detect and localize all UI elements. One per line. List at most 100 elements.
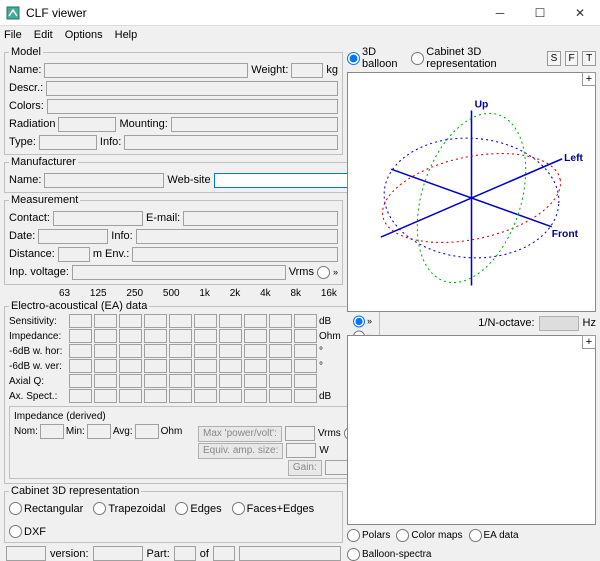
footer-field-1[interactable]	[6, 546, 46, 561]
f-button[interactable]: F	[565, 51, 579, 66]
ea-cell[interactable]	[94, 359, 117, 373]
ea-cell[interactable]	[294, 314, 317, 328]
ea-cell[interactable]	[194, 344, 217, 358]
menu-help[interactable]: Help	[115, 29, 138, 41]
ea-cell[interactable]	[244, 389, 267, 403]
ea-cell[interactable]	[294, 359, 317, 373]
ea-cell[interactable]	[244, 359, 267, 373]
gain-button[interactable]: Gain:	[288, 460, 322, 476]
part-field[interactable]	[174, 546, 196, 561]
ea-cell[interactable]	[169, 344, 192, 358]
ea-cell[interactable]	[169, 389, 192, 403]
ea-cell[interactable]	[294, 329, 317, 343]
version-field[interactable]	[93, 546, 143, 561]
ea-cell[interactable]	[94, 389, 117, 403]
min-field[interactable]	[87, 424, 111, 439]
ea-cell[interactable]	[169, 329, 192, 343]
ea-cell[interactable]	[244, 344, 267, 358]
ea-cell[interactable]	[69, 329, 92, 343]
ea-cell[interactable]	[69, 314, 92, 328]
inpv-field[interactable]	[72, 265, 286, 280]
ea-cell[interactable]	[94, 329, 117, 343]
ea-cell[interactable]	[94, 374, 117, 388]
ea-cell[interactable]	[294, 374, 317, 388]
inpv-radio[interactable]	[317, 266, 330, 279]
eqamp-field[interactable]	[286, 443, 316, 458]
balloon-viewer[interactable]: + Up Left Front	[347, 72, 596, 312]
ea-cell[interactable]	[194, 374, 217, 388]
ea-cell[interactable]	[194, 314, 217, 328]
mfr-name-field[interactable]	[44, 173, 164, 188]
footer-field-2[interactable]	[239, 546, 341, 561]
maxpv-field[interactable]	[285, 426, 315, 441]
ea-cell[interactable]	[69, 344, 92, 358]
cabrep-radio[interactable]: Cabinet 3D representation	[411, 46, 539, 70]
ea-cell[interactable]	[169, 359, 192, 373]
website-field[interactable]	[214, 173, 362, 188]
mounting-field[interactable]	[171, 117, 338, 132]
faces-radio[interactable]: Faces+Edges	[232, 502, 315, 515]
ea-cell[interactable]	[169, 374, 192, 388]
edges-radio[interactable]: Edges	[175, 502, 221, 515]
colors-field[interactable]	[47, 99, 338, 114]
name-field[interactable]	[44, 63, 248, 78]
descr-field[interactable]	[46, 81, 338, 96]
avg-field[interactable]	[135, 424, 159, 439]
type-field[interactable]	[39, 135, 97, 150]
ea-cell[interactable]	[269, 329, 292, 343]
balloon-radio[interactable]: 3D balloon	[347, 46, 407, 70]
trap-radio[interactable]: Trapezoidal	[93, 502, 165, 515]
polars-radio[interactable]: Polars	[347, 529, 390, 542]
ea-cell[interactable]	[144, 344, 167, 358]
ea-cell[interactable]	[119, 389, 142, 403]
ea-cell[interactable]	[169, 314, 192, 328]
contact-field[interactable]	[53, 211, 143, 226]
ea-cell[interactable]	[119, 344, 142, 358]
ea-cell[interactable]	[94, 344, 117, 358]
ea-cell[interactable]	[144, 374, 167, 388]
ea-cell[interactable]	[119, 314, 142, 328]
ea-cell[interactable]	[69, 359, 92, 373]
ea-cell[interactable]	[219, 344, 242, 358]
menu-edit[interactable]: Edit	[34, 29, 53, 41]
env-field[interactable]	[132, 247, 338, 262]
ea-cell[interactable]	[144, 389, 167, 403]
ea-cell[interactable]	[119, 359, 142, 373]
model-info-field[interactable]	[124, 135, 338, 150]
ea-cell[interactable]	[119, 329, 142, 343]
ea-cell[interactable]	[69, 374, 92, 388]
ea-cell[interactable]	[269, 359, 292, 373]
ea-cell[interactable]	[294, 344, 317, 358]
plot-viewer[interactable]: +	[347, 335, 596, 525]
distance-field[interactable]	[58, 247, 90, 262]
t-button[interactable]: T	[582, 51, 596, 66]
ea-cell[interactable]	[244, 374, 267, 388]
expand-plot-button[interactable]: +	[582, 335, 596, 349]
date-field[interactable]	[38, 229, 108, 244]
maximize-button[interactable]: ☐	[520, 0, 560, 26]
ea-cell[interactable]	[194, 329, 217, 343]
ea-cell[interactable]	[94, 314, 117, 328]
balloonspectra-radio[interactable]: Balloon-spectra	[347, 548, 431, 561]
eqamp-button[interactable]: Equiv. amp. size:	[198, 443, 283, 459]
ea-cell[interactable]	[269, 314, 292, 328]
ea-cell[interactable]	[69, 389, 92, 403]
nom-field[interactable]	[40, 424, 64, 439]
radiation-field[interactable]	[58, 117, 116, 132]
weight-field[interactable]	[291, 63, 323, 78]
ea-cell[interactable]	[144, 359, 167, 373]
meas-info-field[interactable]	[136, 229, 338, 244]
maxpv-button[interactable]: Max 'power/volt':	[198, 426, 282, 442]
expand-viewer-button[interactable]: +	[582, 72, 596, 86]
dxf-radio[interactable]: DXF	[9, 525, 46, 538]
rect-radio[interactable]: Rectangular	[9, 502, 83, 515]
ea-cell[interactable]	[194, 359, 217, 373]
minimize-button[interactable]: ─	[480, 0, 520, 26]
ea-cell[interactable]	[119, 374, 142, 388]
colormaps-radio[interactable]: Color maps	[396, 529, 462, 542]
octave-field[interactable]	[539, 316, 579, 331]
ea-cell[interactable]	[244, 329, 267, 343]
ea-cell[interactable]	[194, 389, 217, 403]
menu-file[interactable]: File	[4, 29, 22, 41]
ea-cell[interactable]	[244, 314, 267, 328]
